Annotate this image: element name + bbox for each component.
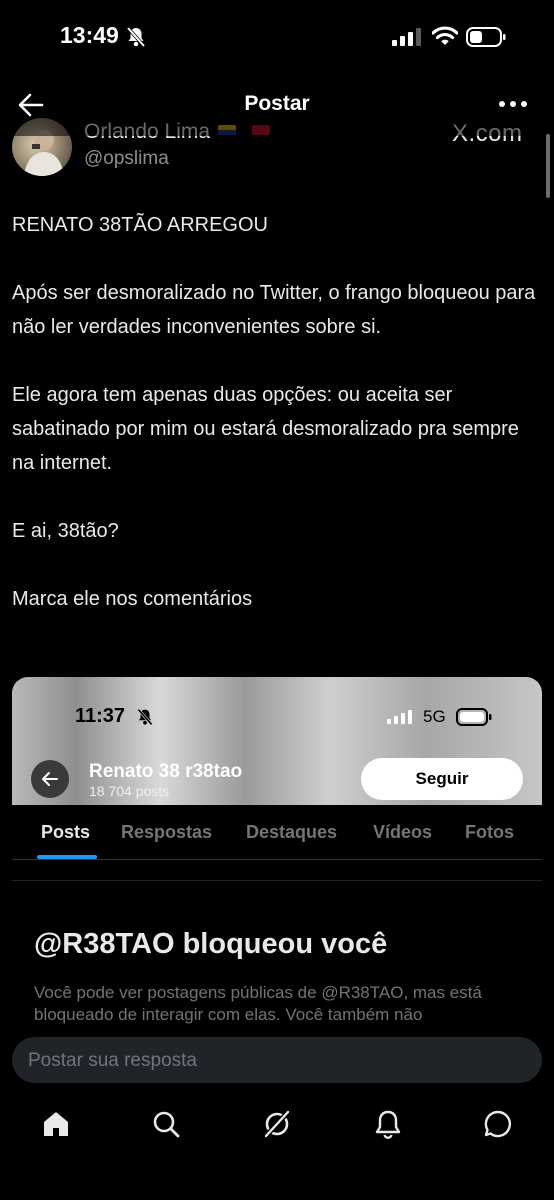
reply-placeholder: Postar sua resposta — [28, 1050, 197, 1071]
tab-respostas: Respostas — [121, 822, 213, 842]
more-options-icon[interactable] — [498, 98, 528, 110]
wifi-icon — [432, 26, 458, 45]
home-icon[interactable] — [40, 1108, 72, 1140]
active-tab-indicator — [37, 855, 97, 859]
grok-icon[interactable] — [261, 1108, 293, 1140]
page-title: Postar — [244, 92, 310, 115]
tab-posts: Posts — [41, 822, 91, 842]
author-handle[interactable]: @opslima — [84, 148, 169, 170]
post-text: RENATO 38TÃO ARREGOU Após ser desmoraliz… — [12, 208, 542, 650]
post-paragraph: Após ser desmoralizado no Twitter, o fra… — [12, 282, 541, 338]
tab-destaques: Destaques — [246, 822, 338, 842]
network-type: 5G — [423, 707, 446, 726]
bell-off-icon — [137, 708, 153, 726]
screenshot-post-count: 18 704 posts — [89, 783, 170, 799]
messages-icon[interactable] — [482, 1108, 514, 1140]
blocked-description: Você pode ver postagens públicas de @R38… — [34, 983, 482, 1024]
header-fade — [0, 118, 554, 136]
post-paragraph: Marca ele nos comentários — [12, 588, 253, 610]
profile-tabs: Posts Respostas Destaques Vídeos Fotos — [12, 805, 542, 860]
notifications-icon[interactable] — [372, 1108, 404, 1140]
search-icon[interactable] — [150, 1108, 182, 1140]
follow-button: Seguir — [361, 758, 523, 800]
battery-icon — [466, 27, 506, 47]
tab-fotos: Fotos — [465, 822, 514, 842]
scrollbar[interactable] — [546, 134, 550, 198]
battery-icon — [456, 708, 492, 726]
blocked-title: @R38TAO bloqueou você — [34, 928, 388, 960]
bell-off-icon — [126, 26, 146, 48]
post-paragraph: Ele agora tem apenas duas opções: ou ace… — [12, 384, 525, 474]
screenshot-time: 11:37 — [75, 705, 126, 727]
tab-videos: Vídeos — [373, 822, 433, 842]
embedded-screenshot[interactable]: 11:37 5G Renato 38 r38tao 18 704 posts S… — [12, 677, 542, 805]
post-paragraph: E ai, 38tão? — [12, 520, 119, 542]
divider — [12, 880, 542, 881]
screenshot-back-button — [31, 760, 69, 798]
post-paragraph: RENATO 38TÃO ARREGOU — [12, 214, 268, 236]
cellular-signal-icon — [392, 28, 421, 46]
cellular-signal-icon — [387, 710, 412, 724]
screenshot-profile-name: Renato 38 r38tao — [89, 761, 243, 782]
status-time: 13:49 — [60, 22, 119, 48]
